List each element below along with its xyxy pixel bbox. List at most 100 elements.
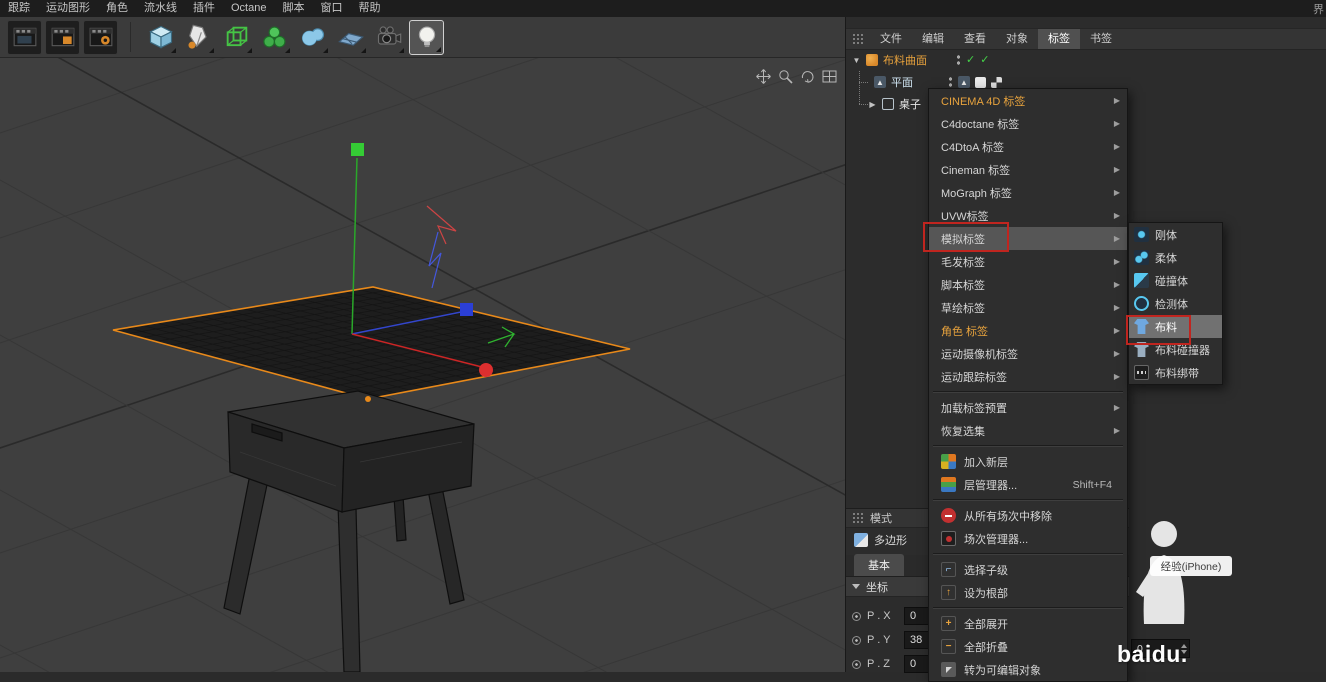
plane-object-icon: ▲ xyxy=(874,76,886,88)
mode-menu[interactable]: 模式 xyxy=(870,510,892,526)
sm-item-rigid-body[interactable]: 刚体 xyxy=(1129,223,1222,246)
cm-item-character-tags[interactable]: 角色 标签 ▶ xyxy=(929,319,1127,342)
cloth-plane-object[interactable] xyxy=(112,286,631,400)
sm-item-cloth-belt[interactable]: 布料绑带 xyxy=(1129,361,1222,384)
enabled-check-icon[interactable]: ✓ xyxy=(966,54,975,66)
cm-item-mograph-tags[interactable]: MoGraph 标签 ▶ xyxy=(929,181,1127,204)
table-object-icon xyxy=(882,98,894,110)
cm-item-unfold-all[interactable]: + 全部展开 xyxy=(929,612,1127,635)
sm-item-soft-body[interactable]: 柔体 xyxy=(1129,246,1222,269)
sm-item-collider-body[interactable]: 碰撞体 xyxy=(1129,269,1222,292)
menu-item-character[interactable]: 角色 xyxy=(98,0,136,17)
texture-tag-icon[interactable] xyxy=(991,76,1002,88)
cm-item-motion-tracker-tags[interactable]: 运动跟踪标签 ▶ xyxy=(929,365,1127,388)
render-view-button[interactable] xyxy=(7,19,42,55)
enabled-check-icon[interactable]: ✓ xyxy=(980,54,989,66)
object-name: 桌子 xyxy=(899,99,921,111)
cm-item-set-as-root[interactable]: ↑ 设为根部 xyxy=(929,581,1127,604)
cm-item-layer-manager[interactable]: 层管理器... Shift+F4 xyxy=(929,473,1127,496)
viewport-3d[interactable] xyxy=(0,58,845,672)
cm-item-c4dtoa-tags[interactable]: C4DtoA 标签 ▶ xyxy=(929,135,1127,158)
cm-item-sketch-tags[interactable]: 草绘标签 ▶ xyxy=(929,296,1127,319)
selection-tag-icon[interactable] xyxy=(975,76,986,88)
menu-item-motion-graphics[interactable]: 运动图形 xyxy=(38,0,98,17)
cm-item-hair-tags[interactable]: 毛发标签 ▶ xyxy=(929,250,1127,273)
keyframe-circle-icon[interactable] xyxy=(852,635,861,645)
menu-item-script[interactable]: 脚本 xyxy=(274,0,312,17)
expander-icon[interactable]: ▶ xyxy=(868,100,877,109)
menu-item-plugins[interactable]: 插件 xyxy=(185,0,223,17)
panel-grip-handle[interactable] xyxy=(852,512,864,524)
pan-icon xyxy=(756,68,771,84)
floor-button[interactable] xyxy=(333,20,368,55)
object-manager-menubar: 文件 编辑 查看 对象 标签 书签 xyxy=(846,28,1326,50)
om-menu-edit[interactable]: 编辑 xyxy=(912,29,954,49)
window-corner-text: 界 xyxy=(1313,4,1324,16)
menu-separator xyxy=(929,550,1127,558)
sm-item-cloth[interactable]: 布料 xyxy=(1129,315,1222,338)
cm-item-cineman-tags[interactable]: Cineman 标签 ▶ xyxy=(929,158,1127,181)
rotation-value-field[interactable]: 0 ° xyxy=(1131,639,1190,658)
menu-item-pipeline[interactable]: 流水线 xyxy=(136,0,185,17)
zoom-view-button[interactable] xyxy=(776,68,795,84)
cm-item-remove-from-all-takes[interactable]: 从所有场次中移除 xyxy=(929,504,1127,527)
visibility-dots-icon[interactable] xyxy=(956,54,961,66)
light-button[interactable] xyxy=(409,19,444,55)
cm-item-fold-all[interactable]: − 全部折叠 xyxy=(929,635,1127,658)
om-menu-objects[interactable]: 对象 xyxy=(996,29,1038,49)
cm-item-make-editable[interactable]: 转为可编辑对象 xyxy=(929,658,1127,681)
render-to-picture-viewer-button[interactable] xyxy=(45,19,80,55)
pen-icon xyxy=(188,24,207,49)
cm-item-script-tags[interactable]: 脚本标签 ▶ xyxy=(929,273,1127,296)
object-row-cloth-surface[interactable]: ▼ 布料曲面 ✓ ✓ xyxy=(852,49,989,71)
om-menu-view[interactable]: 查看 xyxy=(954,29,996,49)
table-object[interactable] xyxy=(223,390,475,672)
sm-item-ghost-body[interactable]: 检测体 xyxy=(1129,292,1222,315)
spline-pen-button[interactable] xyxy=(181,20,216,55)
value-stepper[interactable] xyxy=(1181,641,1187,657)
om-menu-file[interactable]: 文件 xyxy=(870,29,912,49)
polygon-tag-icon[interactable]: ▲ xyxy=(958,76,970,88)
object-row-table[interactable]: ▶ 桌子 xyxy=(868,93,921,115)
cube-primitive-button[interactable] xyxy=(143,20,178,55)
visibility-dots-icon[interactable] xyxy=(948,76,953,88)
cm-item-simulation-tags[interactable]: 模拟标签 ▶ xyxy=(929,227,1127,250)
pan-view-button[interactable] xyxy=(754,68,773,84)
viewport-nav-icons xyxy=(754,68,839,84)
floor-icon xyxy=(337,32,364,46)
menu-item-window[interactable]: 窗口 xyxy=(312,0,350,17)
keyframe-circle-icon[interactable] xyxy=(852,659,861,669)
om-menu-bookmarks[interactable]: 书签 xyxy=(1080,29,1122,49)
tab-basic[interactable]: 基本 xyxy=(854,554,904,576)
sm-item-cloth-collider[interactable]: 布料碰撞器 xyxy=(1129,338,1222,361)
toggle-views-button[interactable] xyxy=(820,68,839,84)
cm-item-uvw-tags[interactable]: UVW标签 ▶ xyxy=(929,204,1127,227)
cm-item-c4doctane-tags[interactable]: C4doctane 标签 ▶ xyxy=(929,112,1127,135)
om-menu-tags[interactable]: 标签 xyxy=(1038,29,1080,49)
metaball-button[interactable] xyxy=(295,20,330,55)
rotate-view-button[interactable] xyxy=(798,68,817,84)
submenu-arrow-icon: ▶ xyxy=(1113,426,1120,435)
panel-grip-handle[interactable] xyxy=(852,33,864,45)
coordinates-section-label: 坐标 xyxy=(866,581,888,594)
cm-item-add-to-new-layer[interactable]: 加入新层 xyxy=(929,450,1127,473)
cm-item-load-tag-preset[interactable]: 加载标签预置 ▶ xyxy=(929,396,1127,419)
expander-icon[interactable]: ▼ xyxy=(852,56,861,65)
cm-item-cinema4d-tags[interactable]: CINEMA 4D 标签 ▶ xyxy=(929,89,1127,112)
set-as-root-icon: ↑ xyxy=(941,585,956,600)
menu-item-track[interactable]: 跟踪 xyxy=(0,0,38,17)
render-picture-viewer-icon xyxy=(51,27,74,47)
menu-item-octane[interactable]: Octane xyxy=(223,0,274,17)
keyframe-circle-icon[interactable] xyxy=(852,611,861,621)
cm-item-select-children[interactable]: ⌐ 选择子级 xyxy=(929,558,1127,581)
camera-button[interactable] xyxy=(371,20,406,55)
cm-item-restore-selection[interactable]: 恢复选集 ▶ xyxy=(929,419,1127,442)
coordinate-label: P . Y xyxy=(867,634,891,646)
cm-item-take-manager[interactable]: 场次管理器... xyxy=(929,527,1127,550)
menu-item-help[interactable]: 帮助 xyxy=(350,0,388,17)
edit-render-settings-button[interactable] xyxy=(83,19,118,55)
new-layer-icon xyxy=(941,454,956,469)
subdivision-surface-button[interactable] xyxy=(219,20,254,55)
cm-item-motion-camera-tags[interactable]: 运动摄像机标签 ▶ xyxy=(929,342,1127,365)
mograph-cloner-button[interactable] xyxy=(257,20,292,55)
